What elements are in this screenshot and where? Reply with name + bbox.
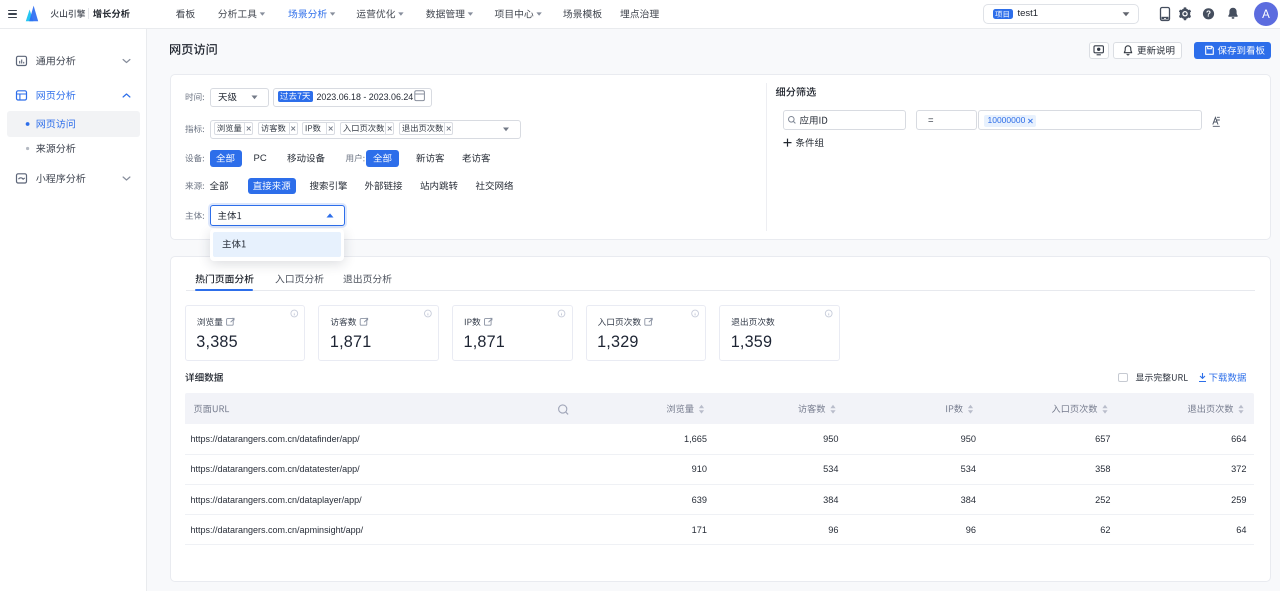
svg-text:?: ? (1206, 10, 1211, 19)
